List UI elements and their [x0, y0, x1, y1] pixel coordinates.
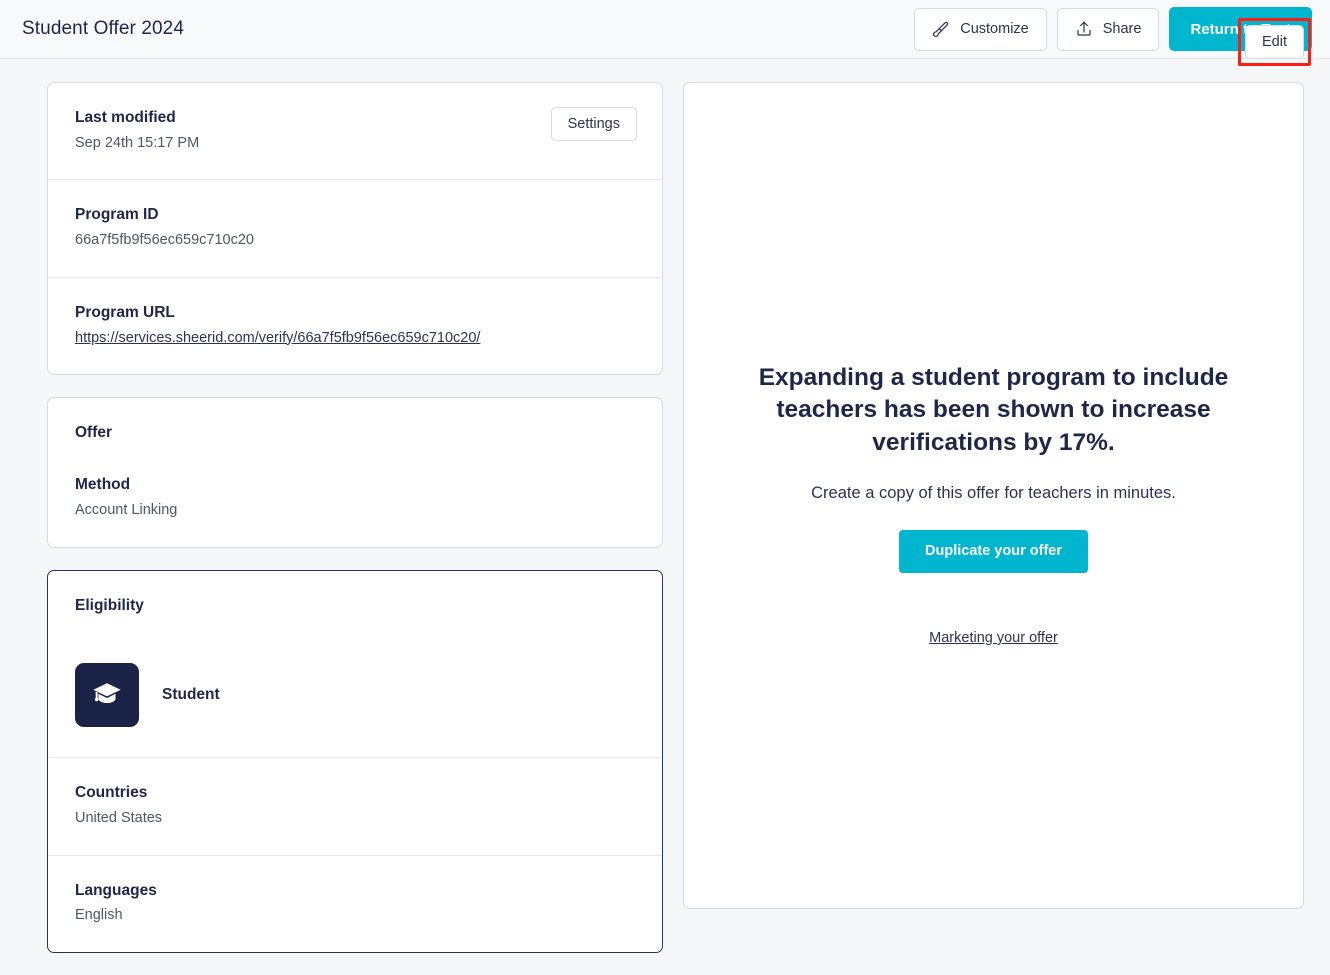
- languages-row: Languages English: [48, 856, 662, 952]
- share-button-label: Share: [1102, 21, 1142, 37]
- settings-button[interactable]: Settings: [550, 107, 637, 141]
- app-header: Student Offer 2024 Customize Share Retur…: [0, 0, 1330, 59]
- promo-headline: Expanding a student program to include t…: [758, 364, 1229, 456]
- languages-label: Languages: [75, 881, 157, 899]
- offer-header: Offer: [48, 398, 662, 474]
- eligibility-segment-name: Student: [162, 686, 220, 704]
- countries-value: United States: [75, 809, 163, 826]
- offer-card: Offer Method Account Linking: [47, 397, 663, 549]
- offer-method-label: Method: [75, 476, 131, 493]
- main-content: Last modified Sep 24th 15:17 PM Settings…: [0, 18, 1330, 975]
- promo-subtext: Create a copy of this offer for teachers…: [811, 483, 1176, 502]
- customize-button[interactable]: Customize: [914, 7, 1047, 51]
- program-url-row: Program URL https://services.sheerid.com…: [48, 278, 662, 374]
- eligibility-card: Eligibility Edit Student Countries Unite…: [47, 18, 1311, 953]
- offer-method-value: Account Linking: [75, 501, 178, 518]
- paintbrush-icon: [932, 20, 950, 38]
- languages-value: English: [75, 907, 123, 924]
- eligibility-header: Eligibility Edit: [48, 18, 1311, 651]
- program-id-label: Program ID: [75, 206, 159, 224]
- eligibility-segment-row: Student: [48, 651, 662, 759]
- last-modified-row: Last modified Sep 24th 15:17 PM Settings: [48, 83, 662, 181]
- promo-panel: Expanding a student program to include t…: [683, 82, 1304, 909]
- eligibility-title: Eligibility: [75, 597, 144, 615]
- graduation-cap-icon: [75, 663, 139, 728]
- duplicate-offer-button[interactable]: Duplicate your offer: [899, 529, 1088, 573]
- page-title: Student Offer 2024: [22, 18, 185, 39]
- program-id-row: Program ID 66a7f5fb9f56ec659c710c20: [48, 180, 662, 278]
- upload-icon: [1075, 20, 1093, 38]
- countries-row: Countries United States: [48, 758, 662, 856]
- offer-title: Offer: [75, 424, 113, 442]
- share-button[interactable]: Share: [1056, 7, 1160, 51]
- program-url-label: Program URL: [75, 303, 175, 321]
- right-column: Expanding a student program to include t…: [683, 82, 1304, 909]
- program-url-link[interactable]: https://services.sheerid.com/verify/66a7…: [75, 328, 480, 350]
- marketing-your-offer-link[interactable]: Marketing your offer: [929, 630, 1058, 646]
- program-id-value: 66a7f5fb9f56ec659c710c20: [75, 232, 254, 249]
- settings-action: Settings: [550, 107, 637, 141]
- countries-label: Countries: [75, 784, 148, 802]
- program-details-card: Last modified Sep 24th 15:17 PM Settings…: [47, 82, 663, 376]
- left-column: Last modified Sep 24th 15:17 PM Settings…: [47, 18, 1311, 975]
- customize-button-label: Customize: [960, 21, 1029, 37]
- offer-method-row: Method Account Linking: [48, 474, 662, 547]
